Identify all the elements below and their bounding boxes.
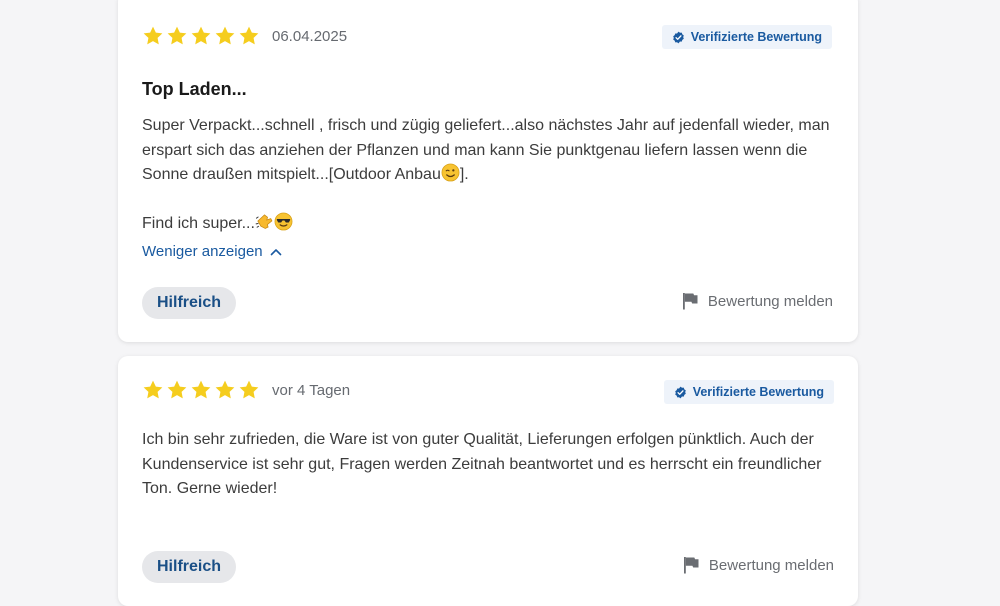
star-rating [142,25,260,47]
waving-hand-emoji-icon [255,212,274,231]
flag-icon [682,292,698,310]
show-less-link[interactable]: Weniger anzeigen [142,243,282,260]
star-icon [190,379,212,401]
star-icon [166,25,188,47]
review-text-part: ]. [459,166,469,183]
sunglasses-face-emoji-icon [274,212,293,231]
flag-icon [683,556,699,574]
verified-label: Verifizierte Bewertung [692,385,824,399]
review-text-part: Find ich super... [142,214,255,232]
review-text: Ich bin sehr zufrieden, die Ware ist von… [142,428,832,502]
star-rating [142,379,260,401]
report-review-button[interactable]: Bewertung melden [682,292,833,310]
star-icon [190,25,212,47]
review-text: Super Verpackt...schnell , frisch und zü… [142,114,832,236]
verified-check-icon [674,386,687,399]
review-card: 06.04.2025 Verifizierte Bewertung Top La… [118,0,858,342]
rating-row: 06.04.2025 [142,25,347,47]
review-date: vor 4 Tagen [272,381,351,399]
review-title: Top Laden... [142,79,247,99]
report-label: Bewertung melden [708,556,834,574]
chevron-up-icon [270,248,282,256]
star-icon [166,379,188,401]
verified-check-icon [672,31,685,44]
review-text-part: Ich bin sehr zufrieden, die Ware ist von… [142,431,822,497]
report-review-button[interactable]: Bewertung melden [683,556,834,574]
show-less-label: Weniger anzeigen [142,243,263,260]
star-icon [238,379,260,401]
rating-row: vor 4 Tagen [142,379,350,401]
helpful-button[interactable]: Hilfreich [142,551,237,583]
helpful-button[interactable]: Hilfreich [142,287,237,319]
verified-badge: Verifizierte Bewertung [663,380,834,404]
winking-face-emoji-icon [441,163,460,182]
star-icon [214,379,236,401]
review-card: vor 4 Tagen Verifizierte Bewertung Ich b… [118,356,858,606]
star-icon [214,25,236,47]
review-text-part: Super Verpackt...schnell , frisch und zü… [142,117,830,183]
star-icon [142,379,164,401]
star-icon [142,25,164,47]
verified-label: Verifizierte Bewertung [690,30,822,44]
report-label: Bewertung melden [707,292,833,310]
verified-badge: Verifizierte Bewertung [661,25,832,49]
review-date: 06.04.2025 [272,27,348,45]
star-icon [238,25,260,47]
